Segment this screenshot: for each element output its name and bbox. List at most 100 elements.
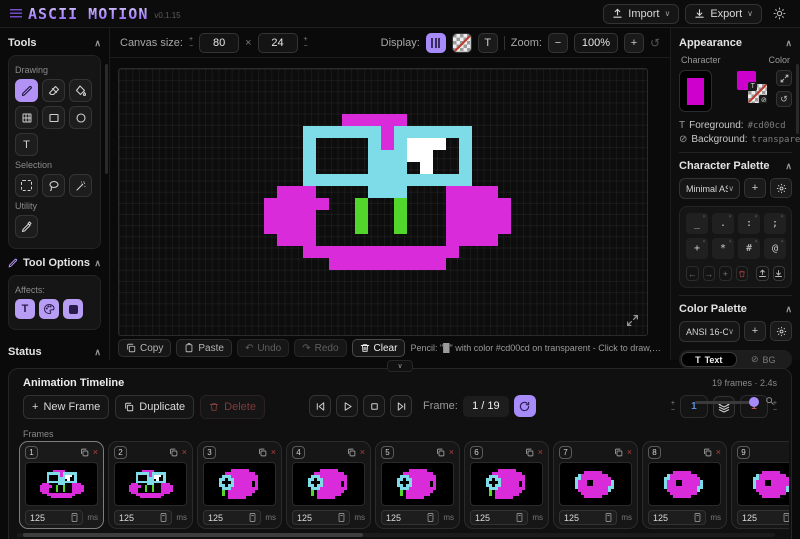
paste-button[interactable]: Paste: [176, 339, 232, 357]
frame-duration-input[interactable]: 125: [648, 510, 706, 525]
keypad-icon[interactable]: [160, 513, 167, 522]
upload-palette-button[interactable]: [756, 266, 769, 281]
frame-duration-input[interactable]: 125: [559, 510, 617, 525]
zoom-in-button[interactable]: +: [624, 33, 644, 53]
delete-frame-icon[interactable]: ×: [716, 448, 721, 457]
frames-scrollbar-track[interactable]: [17, 533, 775, 537]
palette-character[interactable]: *×: [712, 238, 734, 259]
delete-frame-button[interactable]: Delete: [200, 395, 265, 419]
frame-card[interactable]: 1×125ms: [19, 441, 104, 529]
background-value[interactable]: transparent: [752, 135, 800, 145]
color-palette-select[interactable]: ANSI 16-Col ∨: [679, 321, 740, 342]
zoom-value[interactable]: 100%: [574, 33, 618, 53]
marquee-select-tool-button[interactable]: [15, 174, 38, 197]
onion-prev-stepper[interactable]: +−: [671, 401, 675, 413]
skip-to-end-button[interactable]: [390, 395, 412, 417]
frame-card[interactable]: 9×125ms: [731, 441, 789, 529]
keypad-icon[interactable]: [338, 513, 345, 522]
eyedropper-tool-button[interactable]: [15, 215, 38, 238]
stop-button[interactable]: [363, 395, 385, 417]
zoom-out-button[interactable]: −: [548, 33, 568, 53]
frame-card[interactable]: 3×125ms: [197, 441, 282, 529]
affects-character-toggle[interactable]: T: [15, 299, 35, 319]
duplicate-frame-icon[interactable]: [703, 448, 712, 457]
theme-toggle-button[interactable]: [768, 4, 790, 24]
palette-character[interactable]: ;×: [764, 213, 786, 234]
frame-duration-input[interactable]: 125: [25, 510, 83, 525]
magic-wand-tool-button[interactable]: [69, 174, 92, 197]
transparency-display-toggle[interactable]: [452, 33, 472, 53]
expand-canvas-icon[interactable]: [626, 314, 639, 327]
skip-to-start-button[interactable]: [309, 395, 331, 417]
frame-duration-input[interactable]: 125: [470, 510, 528, 525]
status-header[interactable]: Status ∧: [8, 346, 101, 358]
download-palette-button[interactable]: [773, 266, 786, 281]
left-sidebar-scrollbar[interactable]: [105, 64, 108, 174]
slider-knob[interactable]: [749, 397, 759, 407]
keypad-icon[interactable]: [694, 513, 701, 522]
frame-card[interactable]: 2×125ms: [108, 441, 193, 529]
palette-character[interactable]: :×: [738, 213, 760, 234]
canvas-width-input[interactable]: 80: [199, 33, 239, 53]
affects-background-toggle[interactable]: [63, 299, 83, 319]
remove-character-icon[interactable]: ×: [728, 213, 732, 220]
frame-duration-input[interactable]: 125: [381, 510, 439, 525]
remove-character-icon[interactable]: ×: [728, 238, 732, 245]
frame-card[interactable]: 4×125ms: [286, 441, 371, 529]
keypad-icon[interactable]: [71, 513, 78, 522]
text-display-toggle[interactable]: T: [478, 33, 498, 53]
frame-duration-input[interactable]: 125: [737, 510, 789, 525]
delete-frame-icon[interactable]: ×: [360, 448, 365, 457]
remove-character-icon[interactable]: ×: [702, 213, 706, 220]
swap-colors-button[interactable]: [776, 70, 792, 86]
foreground-value[interactable]: #cd00cd: [748, 121, 786, 131]
delete-frame-icon[interactable]: ×: [271, 448, 276, 457]
loop-toggle-button[interactable]: [514, 395, 536, 417]
frame-card[interactable]: 6×125ms: [464, 441, 549, 529]
import-button[interactable]: Import ∨: [603, 4, 679, 24]
lasso-tool-button[interactable]: [42, 174, 65, 197]
remove-character-icon[interactable]: ×: [780, 213, 784, 220]
next-character-button[interactable]: →: [703, 266, 716, 281]
keypad-icon[interactable]: [605, 513, 612, 522]
remove-character-icon[interactable]: ×: [702, 238, 706, 245]
right-sidebar-scrollbar[interactable]: [796, 64, 799, 134]
delete-character-button[interactable]: [736, 266, 749, 281]
foreground-swatch[interactable]: T: [736, 70, 757, 91]
duplicate-frame-icon[interactable]: [258, 448, 267, 457]
drawing-canvas[interactable]: [118, 68, 648, 336]
collapse-timeline-tab[interactable]: ∨: [387, 360, 413, 372]
reset-colors-button[interactable]: ↺: [776, 91, 792, 107]
character-palette-select[interactable]: Minimal ASC ∨: [679, 178, 740, 199]
play-button[interactable]: [336, 395, 358, 417]
affects-color-toggle[interactable]: [39, 299, 59, 319]
remove-character-icon[interactable]: ×: [780, 238, 784, 245]
keypad-icon[interactable]: [783, 513, 789, 522]
new-frame-button[interactable]: + New Frame: [23, 395, 109, 419]
tool-options-header[interactable]: Tool Options ∧: [8, 257, 101, 269]
fill-bucket-tool-button[interactable]: [69, 79, 92, 102]
frame-card[interactable]: 8×125ms: [642, 441, 727, 529]
add-character-button[interactable]: +: [719, 266, 732, 281]
frame-duration-input[interactable]: 125: [203, 510, 261, 525]
text-tool-button[interactable]: T: [15, 133, 38, 156]
frame-size-slider[interactable]: [695, 401, 757, 404]
canvas-height-input[interactable]: 24: [258, 33, 298, 53]
undo-button[interactable]: ↶ Undo: [237, 339, 289, 357]
export-button[interactable]: Export ∨: [685, 4, 762, 24]
onion-skin-button[interactable]: [713, 396, 735, 418]
add-color-palette-button[interactable]: +: [744, 321, 766, 341]
palette-character[interactable]: @×: [764, 238, 786, 259]
keypad-icon[interactable]: [427, 513, 434, 522]
rect-fill-tool-button[interactable]: [15, 106, 38, 129]
frames-scrollbar-thumb[interactable]: [23, 533, 363, 537]
palette-character[interactable]: +×: [686, 238, 708, 259]
duplicate-frame-icon[interactable]: [347, 448, 356, 457]
duplicate-frame-icon[interactable]: [436, 448, 445, 457]
duplicate-frame-icon[interactable]: [169, 448, 178, 457]
width-stepper[interactable]: +−: [189, 37, 193, 49]
palette-character[interactable]: _×: [686, 213, 708, 234]
height-stepper[interactable]: +−: [304, 37, 308, 49]
redo-button[interactable]: ↷ Redo: [294, 339, 346, 357]
delete-frame-icon[interactable]: ×: [627, 448, 632, 457]
